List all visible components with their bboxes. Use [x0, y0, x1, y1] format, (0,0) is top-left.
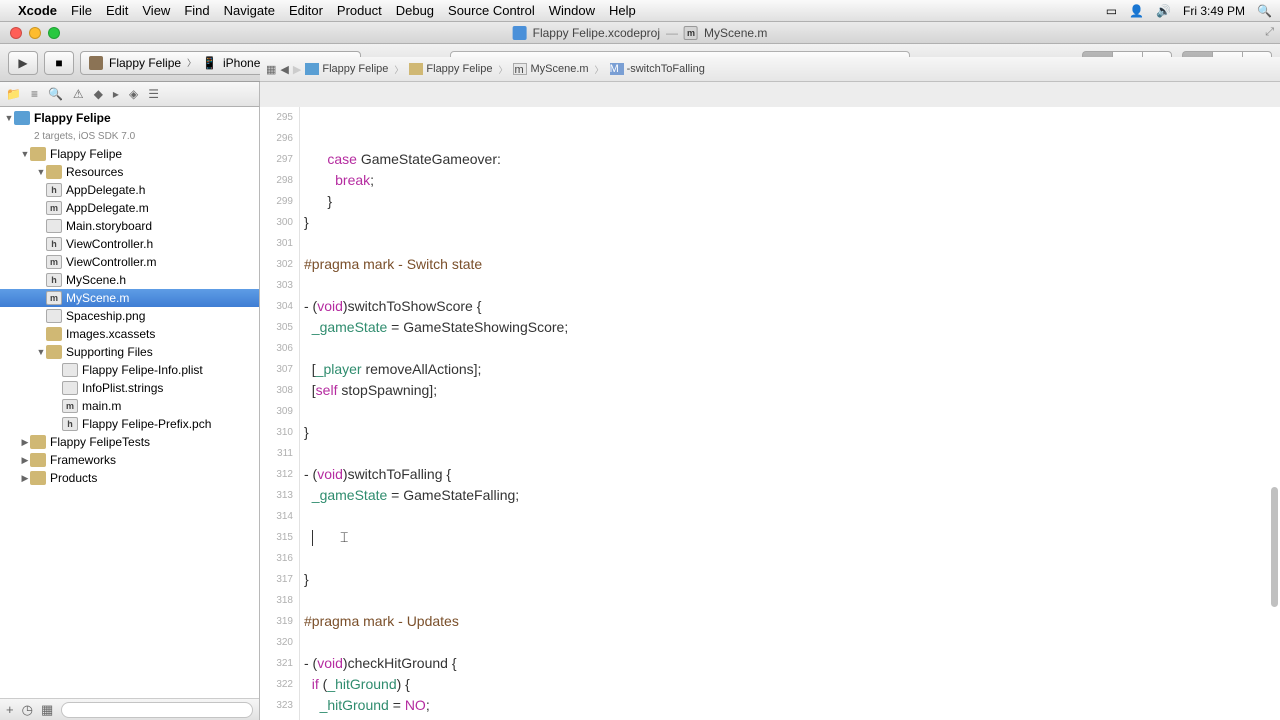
file-m-icon: m — [684, 26, 698, 40]
symbol-navigator-icon[interactable]: ≡ — [31, 87, 38, 101]
debug-navigator-icon[interactable]: ▸ — [113, 87, 119, 101]
tree-item-resources[interactable]: ▼Resources — [0, 163, 259, 181]
tree-item-myscene-h[interactable]: hMyScene.h — [0, 271, 259, 289]
code-area[interactable]: 2952962972982993003013023033043053063073… — [260, 107, 1280, 720]
tree-item-images-xcassets[interactable]: Images.xcassets — [0, 325, 259, 343]
menu-editor[interactable]: Editor — [289, 3, 323, 18]
navigator-selector-bar: 📁 ≡ 🔍 ⚠ ◆ ▸ ◈ ☰ — [0, 82, 260, 107]
navigator-bottom-bar: + ◷ ▦ — [0, 698, 259, 720]
xcode-project-icon — [513, 26, 527, 40]
forward-button[interactable]: ▶ — [293, 63, 301, 76]
tree-item-flappy-felipe-info-plist[interactable]: Flappy Felipe-Info.plist — [0, 361, 259, 379]
window-title-project: Flappy Felipe.xcodeproj — [533, 26, 660, 40]
tree-item-spaceship-png[interactable]: Spaceship.png — [0, 307, 259, 325]
tree-item-flappy-felipe[interactable]: ▼Flappy Felipe — [0, 145, 259, 163]
display-icon[interactable]: ▭ — [1106, 4, 1117, 18]
project-navigator-icon[interactable]: 📁 — [6, 87, 21, 101]
tree-item-frameworks[interactable]: ▶Frameworks — [0, 451, 259, 469]
tree-item-supporting-files[interactable]: ▼Supporting Files — [0, 343, 259, 361]
window-title-file: MyScene.m — [704, 26, 767, 40]
menu-debug[interactable]: Debug — [396, 3, 434, 18]
jump-bar-seg-2[interactable]: mMyScene.m — [513, 63, 588, 75]
recent-filter-icon[interactable]: ◷ — [22, 702, 33, 718]
project-name-label: Flappy Felipe — [34, 112, 111, 124]
tree-item-main-storyboard[interactable]: Main.storyboard — [0, 217, 259, 235]
close-button[interactable] — [10, 27, 22, 39]
volume-icon[interactable]: 🔊 — [1156, 4, 1171, 18]
tree-item-infoplist-strings[interactable]: InfoPlist.strings — [0, 379, 259, 397]
tree-item-main-m[interactable]: mmain.m — [0, 397, 259, 415]
menu-edit[interactable]: Edit — [106, 3, 128, 18]
navigator-filter-field[interactable] — [61, 702, 253, 718]
project-navigator: ▼ Flappy Felipe 2 targets, iOS SDK 7.0 ▼… — [0, 107, 260, 720]
menu-help[interactable]: Help — [609, 3, 636, 18]
menu-source-control[interactable]: Source Control — [448, 3, 535, 18]
jump-bar-seg-3[interactable]: M-switchToFalling — [610, 63, 705, 75]
code-text[interactable]: case GameStateGameover: break; }} #pragm… — [300, 107, 1280, 720]
tree-item-flappy-felipetests[interactable]: ▶Flappy FelipeTests — [0, 433, 259, 451]
clock[interactable]: Fri 3:49 PM — [1183, 4, 1245, 18]
minimize-button[interactable] — [29, 27, 41, 39]
app-menu[interactable]: Xcode — [18, 3, 57, 18]
back-button[interactable]: ◀ — [280, 63, 288, 76]
title-separator: — — [666, 26, 678, 40]
jump-bar-seg-0[interactable]: Flappy Felipe — [305, 63, 388, 75]
breakpoint-navigator-icon[interactable]: ◈ — [129, 87, 138, 101]
scheme-app-icon — [89, 56, 103, 70]
scheme-app-label: Flappy Felipe — [109, 56, 181, 70]
menu-product[interactable]: Product — [337, 3, 382, 18]
project-root[interactable]: ▼ Flappy Felipe — [0, 109, 259, 127]
tree-item-appdelegate-h[interactable]: hAppDelegate.h — [0, 181, 259, 199]
tree-item-products[interactable]: ▶Products — [0, 469, 259, 487]
window-titlebar: Flappy Felipe.xcodeproj — m MyScene.m ⤢ — [0, 22, 1280, 44]
stop-button[interactable]: ■ — [44, 51, 74, 75]
tree-item-flappy-felipe-prefix-pch[interactable]: hFlappy Felipe-Prefix.pch — [0, 415, 259, 433]
run-button[interactable]: ▶ — [8, 51, 38, 75]
scrollbar-thumb[interactable] — [1271, 487, 1278, 607]
jump-bar: ▦ ◀ ▶ Flappy Felipe 〉 Flappy Felipe 〉 mM… — [260, 57, 1280, 82]
menu-view[interactable]: View — [142, 3, 170, 18]
tree-item-viewcontroller-h[interactable]: hViewController.h — [0, 235, 259, 253]
menu-find[interactable]: Find — [184, 3, 209, 18]
scm-filter-icon[interactable]: ▦ — [41, 702, 53, 718]
tree-item-appdelegate-m[interactable]: mAppDelegate.m — [0, 199, 259, 217]
user-icon[interactable]: 👤 — [1129, 4, 1144, 18]
chevron-right-icon: 〉 — [187, 56, 196, 69]
related-items-icon[interactable]: ▦ — [266, 63, 276, 76]
issue-navigator-icon[interactable]: ⚠ — [73, 87, 84, 101]
spotlight-icon[interactable]: 🔍 — [1257, 4, 1272, 18]
file-tree[interactable]: ▼ Flappy Felipe 2 targets, iOS SDK 7.0 ▼… — [0, 107, 259, 698]
zoom-button[interactable] — [48, 27, 60, 39]
jump-bar-seg-1[interactable]: Flappy Felipe — [409, 63, 492, 75]
fullscreen-icon[interactable]: ⤢ — [1265, 26, 1274, 39]
add-button[interactable]: + — [6, 702, 14, 717]
line-gutter: 2952962972982993003013023033043053063073… — [260, 107, 300, 720]
menu-window[interactable]: Window — [549, 3, 595, 18]
menu-navigate[interactable]: Navigate — [224, 3, 275, 18]
menu-file[interactable]: File — [71, 3, 92, 18]
source-editor: 2952962972982993003013023033043053063073… — [260, 107, 1280, 720]
test-navigator-icon[interactable]: ◆ — [94, 87, 103, 101]
vertical-scrollbar[interactable] — [1270, 107, 1278, 720]
destination-icon: 📱 — [202, 56, 217, 70]
system-menubar: Xcode File Edit View Find Navigate Editor Prod… — [0, 0, 1280, 22]
tree-item-viewcontroller-m[interactable]: mViewController.m — [0, 253, 259, 271]
project-subtitle: 2 targets, iOS SDK 7.0 — [0, 127, 259, 145]
search-navigator-icon[interactable]: 🔍 — [48, 87, 63, 101]
log-navigator-icon[interactable]: ☰ — [148, 87, 159, 101]
tree-item-myscene-m[interactable]: mMyScene.m — [0, 289, 259, 307]
